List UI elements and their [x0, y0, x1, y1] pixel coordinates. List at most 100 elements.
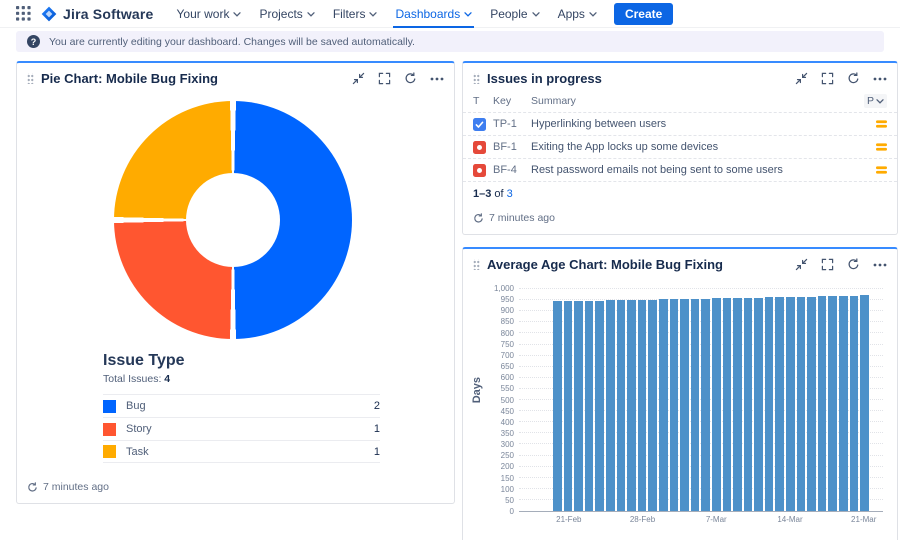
- pie-gadget-header: Pie Chart: Mobile Bug Fixing: [17, 63, 454, 91]
- refresh-small-icon[interactable]: [473, 213, 484, 224]
- minimize-icon[interactable]: [352, 72, 365, 85]
- last-updated: 7 minutes ago: [43, 481, 109, 493]
- nav-items: Your work Projects Filters Dashboards People…: [168, 0, 606, 28]
- column-summary[interactable]: Summary: [531, 95, 864, 107]
- more-actions-icon[interactable]: [873, 77, 887, 81]
- x-axis: 21-Feb28-Feb7-Mar14-Mar21-Mar: [553, 511, 869, 525]
- priority-medium-icon: [876, 120, 887, 128]
- y-tick-label: 50: [505, 497, 514, 505]
- y-tick-label: 400: [501, 419, 514, 427]
- edit-mode-banner: ? You are currently editing your dashboa…: [16, 31, 884, 52]
- bar: [691, 299, 700, 511]
- bar: [828, 296, 837, 511]
- legend-swatch: [103, 445, 116, 458]
- chevron-down-icon: [876, 95, 884, 107]
- x-tick-label: 14-Mar: [777, 515, 802, 524]
- minimize-icon[interactable]: [795, 258, 808, 271]
- legend-swatch: [103, 400, 116, 413]
- y-tick-label: 150: [501, 475, 514, 483]
- y-tick-label: 750: [501, 341, 514, 349]
- bar: [617, 300, 626, 511]
- bar: [585, 301, 594, 511]
- refresh-icon[interactable]: [404, 72, 417, 85]
- pie-chart-gadget: Pie Chart: Mobile Bug Fixing Issue Type …: [16, 61, 455, 504]
- expand-icon[interactable]: [821, 72, 834, 85]
- issue-row-bf-4: BF-4Rest password emails not being sent …: [463, 158, 897, 181]
- pie-chart[interactable]: [114, 101, 352, 339]
- bar: [606, 300, 615, 511]
- column-key[interactable]: Key: [493, 95, 531, 107]
- x-tick-label: 21-Mar: [851, 515, 876, 524]
- expand-icon[interactable]: [821, 258, 834, 271]
- y-tick-label: 250: [501, 452, 514, 460]
- pie-gadget-footer: 7 minutes ago: [17, 473, 454, 503]
- bar-chart: Days 05010015020025030035040045050055060…: [463, 277, 897, 512]
- x-tick-label: 21-Feb: [556, 515, 581, 524]
- bar: [860, 295, 869, 511]
- drag-handle-icon[interactable]: [473, 259, 480, 270]
- issues-gadget-footer: 7 minutes ago: [463, 207, 897, 234]
- app-switcher-icon[interactable]: [10, 6, 37, 21]
- nav-item-people[interactable]: People: [490, 0, 539, 28]
- pie-legend: Issue Type Total Issues: 4 Bug2Story1Tas…: [103, 352, 380, 463]
- nav-item-dashboards[interactable]: Dashboards: [395, 0, 472, 28]
- legend-row-bug: Bug2: [103, 394, 380, 417]
- issues-table-header: T Key Summary P: [463, 91, 897, 112]
- legend-row-task: Task1: [103, 440, 380, 463]
- y-tick-label: 0: [510, 508, 514, 516]
- bar: [818, 296, 827, 511]
- column-priority-label: P: [867, 95, 874, 107]
- issue-key-link[interactable]: BF-4: [493, 164, 531, 176]
- issue-summary-link[interactable]: Rest password emails not being sent to s…: [531, 164, 876, 176]
- refresh-small-icon[interactable]: [27, 482, 38, 493]
- pie-gadget-title: Pie Chart: Mobile Bug Fixing: [41, 71, 352, 86]
- bar: [574, 301, 583, 511]
- more-actions-icon[interactable]: [430, 77, 444, 81]
- nav-item-label: Your work: [177, 7, 230, 21]
- y-tick-label: 650: [501, 363, 514, 371]
- jira-logo[interactable]: Jira Software: [41, 6, 154, 22]
- legend-title: Issue Type: [103, 352, 380, 370]
- y-tick-label: 550: [501, 385, 514, 393]
- column-type[interactable]: T: [473, 95, 493, 107]
- refresh-icon[interactable]: [847, 72, 860, 85]
- plot-area: 21-Feb28-Feb7-Mar14-Mar21-Mar: [519, 289, 883, 512]
- pagination-total-link[interactable]: 3: [507, 188, 513, 200]
- nav-item-apps[interactable]: Apps: [558, 0, 597, 28]
- issue-summary-link[interactable]: Exiting the App locks up some devices: [531, 141, 876, 153]
- question-icon: ?: [27, 35, 40, 48]
- pagination: 1–3 of 3: [463, 181, 897, 202]
- gadget-actions: [795, 72, 887, 85]
- issue-key-link[interactable]: TP-1: [493, 118, 531, 130]
- total-issues-value: 4: [164, 373, 170, 385]
- drag-handle-icon[interactable]: [27, 73, 34, 84]
- y-tick-label: 100: [501, 486, 514, 494]
- expand-icon[interactable]: [378, 72, 391, 85]
- y-axis-title: Days: [471, 377, 483, 403]
- legend-row-story: Story1: [103, 417, 380, 440]
- refresh-icon[interactable]: [847, 258, 860, 271]
- y-tick-label: 350: [501, 430, 514, 438]
- app-title: Jira Software: [63, 6, 154, 22]
- minimize-icon[interactable]: [795, 72, 808, 85]
- issue-summary-link[interactable]: Hyperlinking between users: [531, 118, 876, 130]
- drag-handle-icon[interactable]: [473, 73, 480, 84]
- bar: [723, 298, 732, 511]
- create-button[interactable]: Create: [614, 3, 673, 25]
- bar: [659, 299, 668, 511]
- column-priority-sort[interactable]: P: [864, 94, 887, 108]
- legend-label: Task: [126, 446, 149, 458]
- bar: [807, 297, 816, 511]
- issue-key-link[interactable]: BF-1: [493, 141, 531, 153]
- nav-item-your-work[interactable]: Your work: [177, 0, 242, 28]
- y-tick-label: 450: [501, 408, 514, 416]
- bar: [765, 297, 774, 511]
- issues-in-progress-gadget: Issues in progress T Key Summary P TP-1H…: [462, 61, 898, 235]
- issue-row-bf-1: BF-1Exiting the App locks up some device…: [463, 135, 897, 158]
- bar: [733, 298, 742, 511]
- bar: [786, 297, 795, 511]
- more-actions-icon[interactable]: [873, 263, 887, 267]
- y-tick-label: 1,000: [494, 285, 514, 293]
- nav-item-filters[interactable]: Filters: [333, 0, 378, 28]
- nav-item-projects[interactable]: Projects: [259, 0, 314, 28]
